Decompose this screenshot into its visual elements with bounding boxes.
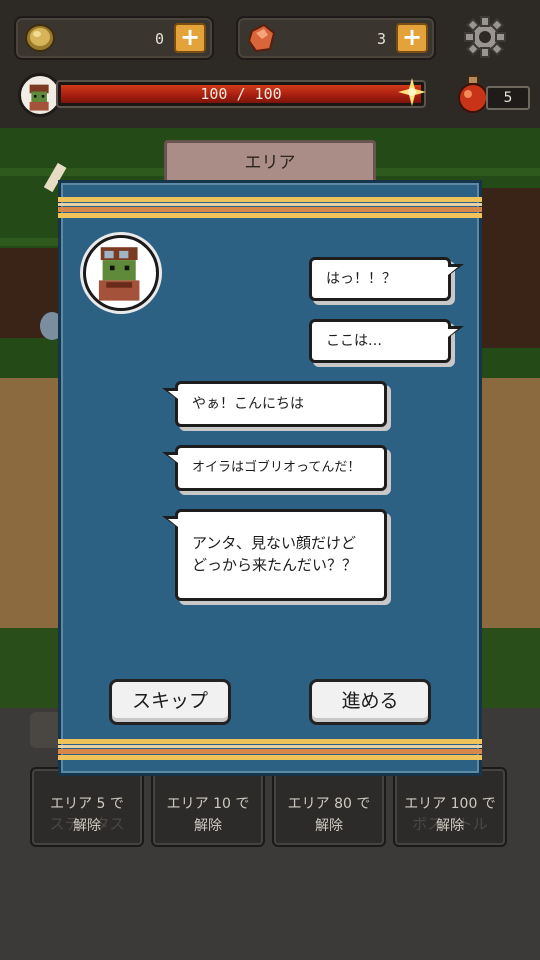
hp-text: 100 / 100 (200, 85, 282, 103)
speech-bubble-goblin: やぁ！こんにちは (162, 381, 387, 427)
area-tab[interactable]: エリア (164, 140, 376, 184)
coin-icon (25, 24, 55, 52)
sparkle-icon (398, 78, 426, 106)
hp-bar: 100 / 100 (56, 80, 426, 108)
gem-value: 3 (376, 30, 386, 48)
message-text-line1: アンタ、見ない顔だけど (192, 534, 356, 552)
speech-bubble-goblin: オイラはゴブリオってんだ！ (162, 445, 387, 491)
status-locked-button[interactable]: ステータス エリア 5 で解除 (30, 767, 144, 847)
dialog-bottom-border (58, 739, 482, 761)
skip-button[interactable]: スキップ (109, 679, 231, 725)
potion-count: 5 (486, 86, 530, 110)
gem-counter: 3 + (236, 16, 436, 60)
speech-bubble-player: はっ！！？ (309, 257, 464, 301)
gear-icon[interactable] (462, 14, 508, 60)
unlock-requirement: エリア 10 で解除 (166, 796, 250, 834)
unlock-requirement: エリア 100 で解除 (404, 796, 496, 834)
unlock-requirement: エリア 80 で解除 (287, 796, 371, 834)
message-text: オイラはゴブリオってんだ！ (192, 460, 361, 475)
message-text: はっ！！？ (326, 271, 396, 287)
next-button[interactable]: 進める (309, 679, 431, 725)
tree-trunk (482, 188, 540, 348)
speech-bubble-player: ここは… (309, 319, 464, 363)
coin-value: 0 (154, 30, 164, 48)
dialog-top-border (58, 197, 482, 219)
feature-locked-button[interactable]: エリア 10 で解除 (151, 767, 265, 847)
message-text: ここは… (326, 333, 382, 349)
top-hud: 0 + 3 + 100 / 100 5 (0, 0, 540, 128)
add-gems-button[interactable]: + (396, 23, 428, 53)
goblin-avatar (83, 235, 159, 311)
speech-bubble-goblin: アンタ、見ない顔だけど どっから来たんだい？？ (162, 509, 387, 601)
conversation-dialog: はっ！！？ ここは… やぁ！こんにちは オイラはゴブリオってんだ！ アンタ、見な… (58, 180, 482, 776)
add-coins-button[interactable]: + (174, 23, 206, 53)
message-text-line2: どっから来たんだい？？ (192, 556, 358, 574)
message-text: やぁ！こんにちは (192, 396, 304, 412)
feature-locked-button[interactable]: エリア 80 で解除 (272, 767, 386, 847)
boss-battle-locked-button[interactable]: ボスバトル エリア 100 で解除 (393, 767, 507, 847)
gem-icon (247, 23, 276, 53)
unlock-requirement: エリア 5 で解除 (50, 796, 124, 834)
area-tab-label: エリア (244, 153, 296, 173)
coin-counter: 0 + (14, 16, 214, 60)
